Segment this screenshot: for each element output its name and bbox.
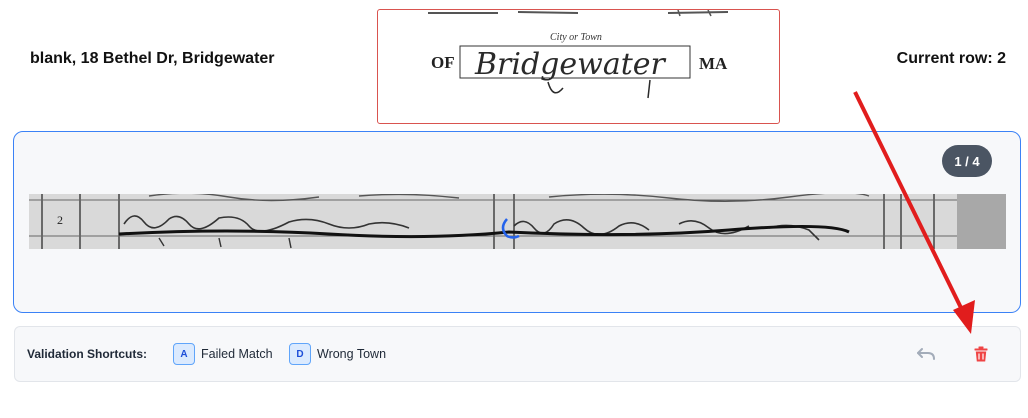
town-caption: City or Town bbox=[550, 32, 602, 43]
shortcut-wrong-town[interactable]: D Wrong Town bbox=[289, 343, 386, 365]
row-preview-panel: 2 bbox=[13, 131, 1021, 313]
undo-icon bbox=[917, 348, 935, 360]
town-field-image: City or Town OF Bridgewater MA bbox=[377, 9, 780, 124]
shortcut-key-a: A bbox=[173, 343, 195, 365]
delete-button[interactable] bbox=[970, 343, 992, 365]
shortcut-failed-match[interactable]: A Failed Match bbox=[173, 343, 273, 365]
town-prefix: OF bbox=[431, 53, 455, 72]
row-scan-image: 2 bbox=[29, 194, 1006, 249]
town-suffix: MA bbox=[699, 54, 728, 73]
row-number: 2 bbox=[57, 213, 63, 227]
shortcut-label-failed-match: Failed Match bbox=[201, 347, 273, 361]
shortcuts-label: Validation Shortcuts: bbox=[27, 347, 148, 361]
shortcut-key-d: D bbox=[289, 343, 311, 365]
current-row-indicator: Current row: 2 bbox=[896, 50, 1006, 67]
trash-icon bbox=[974, 346, 988, 362]
town-handwritten: Bridgewater bbox=[474, 47, 667, 82]
validation-shortcuts-bar: Validation Shortcuts: A Failed Match D W… bbox=[14, 326, 1021, 382]
shortcut-label-wrong-town: Wrong Town bbox=[317, 347, 387, 361]
record-summary: blank, 18 Bethel Dr, Bridgewater bbox=[30, 50, 275, 67]
undo-button[interactable] bbox=[915, 343, 937, 365]
page-counter: 1 / 4 bbox=[942, 145, 992, 177]
